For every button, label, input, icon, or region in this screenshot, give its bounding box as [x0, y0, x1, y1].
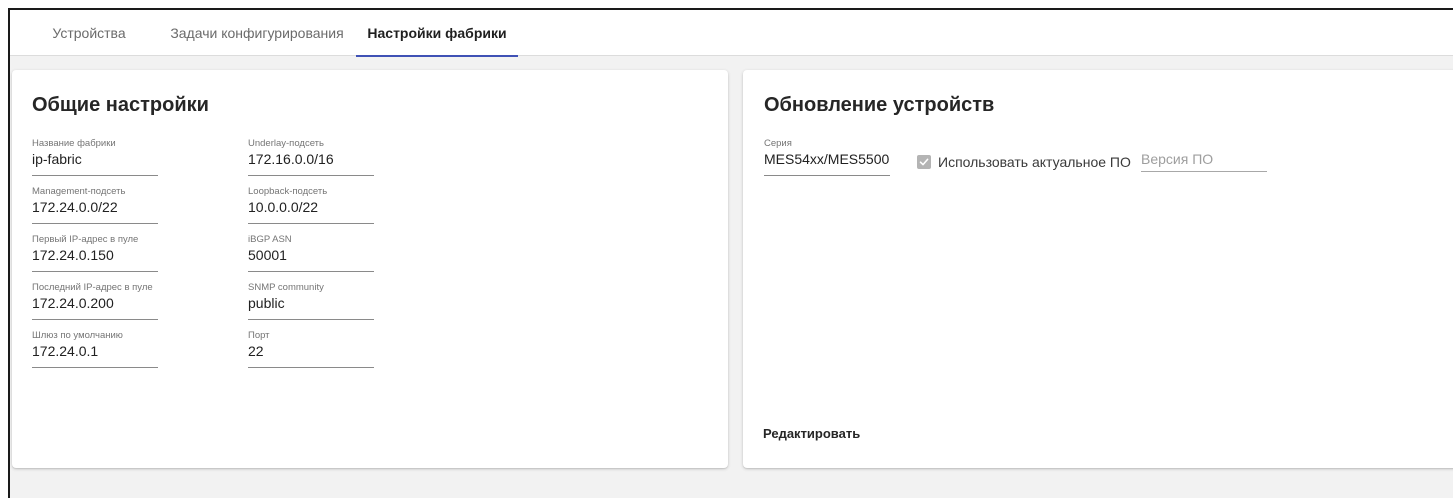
port-field[interactable]: Порт 22	[248, 330, 374, 374]
field-label: Порт	[248, 330, 270, 341]
field-value: 172.24.0.150	[32, 247, 114, 263]
field-label: Underlay-подсеть	[248, 138, 324, 149]
field-value: MES54xx/MES5500	[764, 151, 890, 167]
field-underline	[1141, 171, 1267, 172]
device-update-card: Обновление устройств Серия MES54xx/MES55…	[743, 70, 1453, 468]
general-settings-card: Общие настройки Название фабрики ip-fabr…	[12, 70, 728, 468]
field-underline	[248, 223, 374, 224]
field-value: 172.16.0.0/16	[248, 151, 334, 167]
field-label: Loopback-подсеть	[248, 186, 328, 197]
field-underline	[248, 271, 374, 272]
field-label: Management-подсеть	[32, 186, 126, 197]
field-value: public	[248, 295, 285, 311]
series-select[interactable]: Серия MES54xx/MES5500	[764, 138, 890, 182]
device-update-title: Обновление устройств	[764, 94, 995, 116]
field-underline	[32, 223, 158, 224]
fw-version-placeholder: Версия ПО	[1141, 151, 1214, 167]
field-underline	[32, 175, 158, 176]
management-subnet-field[interactable]: Management-подсеть 172.24.0.0/22	[32, 186, 158, 230]
field-value: ip-fabric	[32, 151, 82, 167]
loopback-subnet-field[interactable]: Loopback-подсеть 10.0.0.0/22	[248, 186, 374, 230]
field-underline	[248, 175, 374, 176]
field-underline	[32, 367, 158, 368]
field-value: 172.24.0.0/22	[32, 199, 118, 215]
field-label: iBGP ASN	[248, 234, 292, 245]
field-label: Шлюз по умолчанию	[32, 330, 123, 341]
pool-first-ip-field[interactable]: Первый IP-адрес в пуле 172.24.0.150	[32, 234, 158, 278]
checkbox-box[interactable]	[917, 155, 931, 169]
general-settings-title: Общие настройки	[32, 94, 209, 116]
use-latest-fw-checkbox[interactable]: Использовать актуальное ПО	[917, 152, 1131, 172]
fw-version-input[interactable]: Версия ПО	[1141, 150, 1267, 174]
pool-last-ip-field[interactable]: Последний IP-адрес в пуле 172.24.0.200	[32, 282, 158, 326]
checkbox-label: Использовать актуальное ПО	[938, 154, 1131, 170]
field-value: 10.0.0.0/22	[248, 199, 319, 215]
field-label: Последний IP-адрес в пуле	[32, 282, 153, 293]
field-underline	[248, 319, 374, 320]
underlay-subnet-field[interactable]: Underlay-подсеть 172.16.0.0/16	[248, 138, 374, 182]
field-label: SNMP community	[248, 282, 324, 293]
field-underline	[32, 319, 158, 320]
fabric-name-field[interactable]: Название фабрики ip-fabric	[32, 138, 158, 182]
field-label: Название фабрики	[32, 138, 116, 149]
field-label: Первый IP-адрес в пуле	[32, 234, 139, 245]
tab-bar: Устройства Задачи конфигурирования Настр…	[10, 10, 1453, 57]
ibgp-asn-field[interactable]: iBGP ASN 50001	[248, 234, 374, 278]
field-underline	[764, 175, 890, 176]
snmp-community-field[interactable]: SNMP community public	[248, 282, 374, 326]
tab-config-tasks[interactable]: Задачи конфигурирования	[162, 10, 352, 56]
field-label: Серия	[764, 138, 792, 149]
tab-fabric-settings[interactable]: Настройки фабрики	[356, 10, 518, 57]
field-value: 172.24.0.200	[32, 295, 114, 311]
app-frame: Устройства Задачи конфигурирования Настр…	[8, 8, 1453, 498]
tab-devices[interactable]: Устройства	[32, 10, 146, 56]
field-value: 172.24.0.1	[32, 343, 99, 359]
field-underline	[248, 367, 374, 368]
field-underline	[32, 271, 158, 272]
edit-button[interactable]: Редактировать	[763, 426, 860, 441]
field-value: 22	[248, 343, 264, 359]
check-icon	[919, 158, 929, 166]
field-value: 50001	[248, 247, 287, 263]
default-gateway-field[interactable]: Шлюз по умолчанию 172.24.0.1	[32, 330, 158, 374]
